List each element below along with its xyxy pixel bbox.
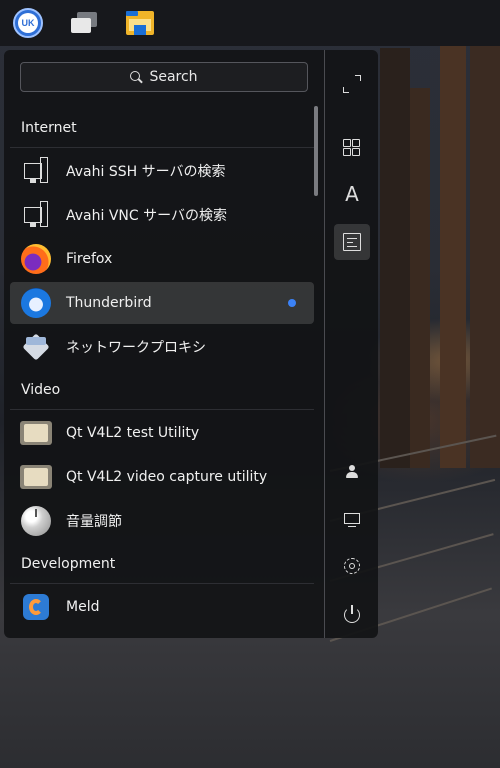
all-apps-icon — [343, 139, 361, 157]
network-server-icon — [20, 199, 52, 231]
letter-sort-button[interactable]: A — [334, 176, 370, 212]
qv4l2-icon — [20, 461, 52, 493]
computer-button[interactable] — [334, 502, 370, 538]
new-app-indicator — [288, 299, 296, 307]
app-item-qv4l2-test[interactable]: Qt V4L2 test Utility — [10, 412, 314, 454]
app-item-qv4l2-capture[interactable]: Qt V4L2 video capture utility — [10, 456, 314, 498]
start-menu: Search Internet Avahi SSH サーバの検索 Avahi V… — [4, 50, 378, 638]
top-panel: UK — [0, 0, 500, 46]
app-item-meld[interactable]: Meld — [10, 586, 314, 628]
power-icon — [343, 605, 361, 623]
app-label: Qt V4L2 video capture utility — [66, 469, 268, 485]
app-list: Internet Avahi SSH サーバの検索 Avahi VNC サーバの… — [10, 108, 314, 630]
fullscreen-button[interactable] — [334, 66, 370, 102]
ukui-start-menu-icon: UK — [13, 8, 43, 38]
app-item-avahi-vnc[interactable]: Avahi VNC サーバの検索 — [10, 194, 314, 236]
category-sort-icon — [343, 233, 361, 251]
qv4l2-icon — [20, 417, 52, 449]
user-icon — [343, 463, 361, 481]
network-server-icon — [20, 155, 52, 187]
settings-button[interactable] — [334, 548, 370, 584]
app-label: Firefox — [66, 251, 113, 267]
section-title-internet: Internet — [10, 108, 314, 148]
thunderbird-icon — [20, 287, 52, 319]
letter-sort-icon: A — [345, 182, 359, 206]
start-menu-button[interactable]: UK — [0, 0, 56, 46]
app-label: Qt V4L2 test Utility — [66, 425, 200, 441]
all-apps-view-button[interactable] — [334, 130, 370, 166]
app-label: Avahi SSH サーバの検索 — [66, 164, 226, 180]
app-item-volume-control[interactable]: 音量調節 — [10, 500, 314, 542]
search-placeholder: Search — [149, 69, 198, 85]
category-sort-button[interactable] — [334, 224, 370, 260]
section-title-video: Video — [10, 370, 314, 410]
file-manager-button[interactable] — [112, 0, 168, 46]
app-item-avahi-ssh[interactable]: Avahi SSH サーバの検索 — [10, 150, 314, 192]
computer-icon — [343, 511, 361, 529]
app-label: Meld — [66, 599, 100, 615]
app-item-network-proxy[interactable]: ネットワークプロキシ — [10, 326, 314, 368]
menu-divider — [324, 50, 325, 638]
multitasking-view-icon — [69, 11, 99, 35]
app-list-scrollbar[interactable] — [314, 106, 318, 196]
search-icon — [130, 71, 144, 84]
firefox-icon — [20, 243, 52, 275]
app-label: Avahi VNC サーバの検索 — [66, 208, 227, 224]
app-list-pane: Search Internet Avahi SSH サーバの検索 Avahi V… — [4, 50, 324, 638]
app-item-thunderbird[interactable]: Thunderbird — [10, 282, 314, 324]
search-input[interactable]: Search — [20, 62, 308, 92]
file-manager-icon — [126, 11, 154, 35]
app-item-firefox[interactable]: Firefox — [10, 238, 314, 280]
app-label: ネットワークプロキシ — [66, 340, 206, 356]
network-proxy-icon — [20, 331, 52, 363]
multitasking-view-button[interactable] — [56, 0, 112, 46]
power-button[interactable] — [334, 596, 370, 632]
settings-icon — [343, 557, 361, 575]
app-label: Thunderbird — [66, 295, 152, 311]
user-button[interactable] — [334, 454, 370, 490]
section-title-development: Development — [10, 544, 314, 584]
volume-control-icon — [20, 505, 52, 537]
meld-icon — [20, 591, 52, 623]
app-label: 音量調節 — [66, 514, 122, 530]
fullscreen-icon — [343, 75, 361, 93]
